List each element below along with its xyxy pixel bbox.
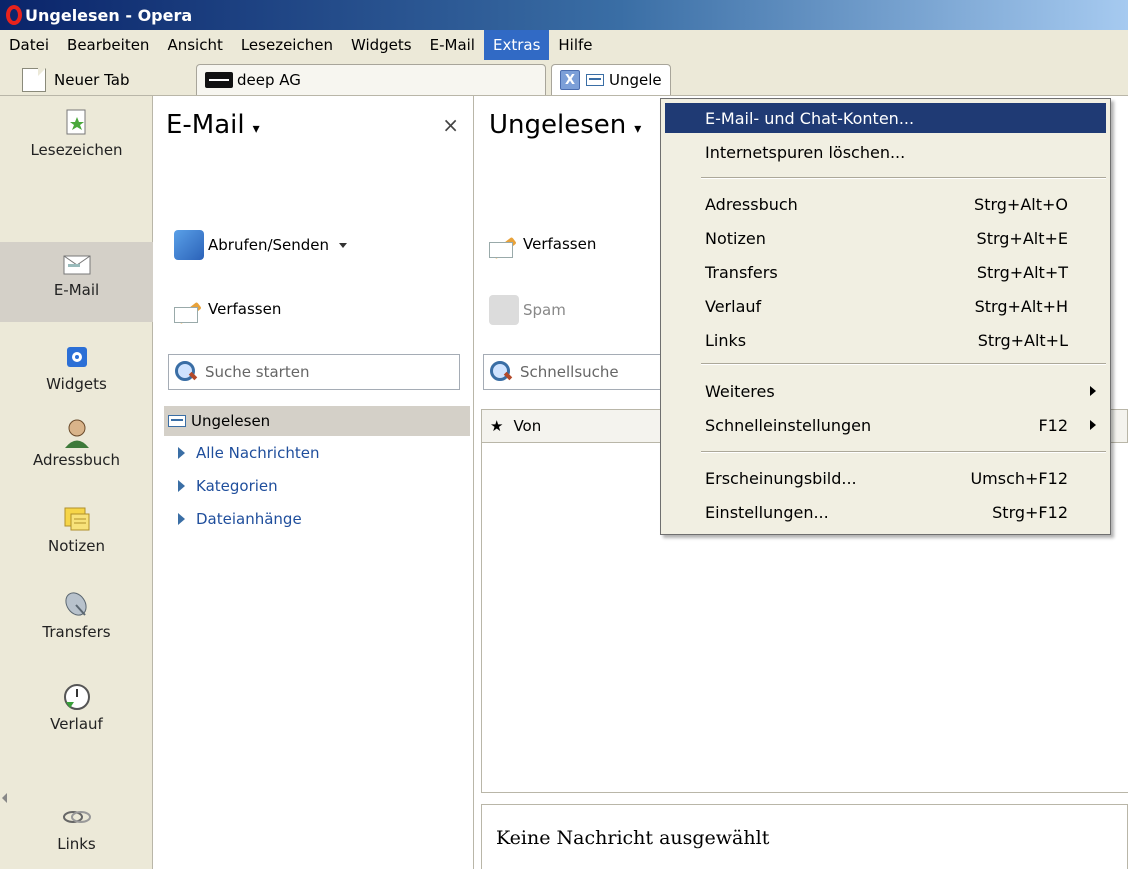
tab-bar: Neuer Tab deep AG X Ungele: [0, 60, 1128, 96]
menu-separator: [701, 363, 1106, 365]
history-clock-icon: [62, 682, 92, 712]
no-message-text: Keine Nachricht ausgewählt: [496, 827, 770, 849]
menu-item-delete-traces[interactable]: Internetspuren löschen...: [665, 137, 1106, 167]
expand-arrow-icon[interactable]: [178, 446, 185, 459]
main-view-title: Ungelesen ▾: [489, 110, 642, 140]
panel-item-adressbuch[interactable]: Adressbuch: [0, 418, 153, 488]
search-icon: [175, 361, 197, 383]
compose-pencil-icon: [489, 230, 519, 258]
search-placeholder: Suche starten: [205, 363, 310, 381]
panel-selector: Lesezeichen E-Mail Widgets Adressbuch No…: [0, 96, 153, 869]
fetch-send-button[interactable]: Abrufen/Senden: [174, 230, 348, 260]
panel-item-label: Adressbuch: [33, 451, 120, 469]
spam-icon: [489, 295, 519, 325]
tree-item-alle-nachrichten[interactable]: Alle Nachrichten: [164, 436, 470, 469]
compose-pencil-icon: [174, 295, 204, 323]
menu-lesezeichen[interactable]: Lesezeichen: [232, 30, 342, 60]
transfers-dish-icon: [62, 590, 92, 620]
column-from[interactable]: Von: [513, 417, 541, 435]
menu-ansicht[interactable]: Ansicht: [158, 30, 231, 60]
expand-arrow-icon[interactable]: [178, 512, 185, 525]
email-panel-title[interactable]: E-Mail ▾: [166, 110, 260, 140]
tab-ungelesen[interactable]: X Ungele: [551, 64, 671, 95]
new-tab-icon: [22, 67, 46, 92]
panel-item-transfers[interactable]: Transfers: [0, 590, 153, 662]
menu-item-links[interactable]: Links Strg+Alt+L: [665, 325, 1106, 355]
search-input[interactable]: Suche starten: [168, 354, 460, 390]
search-icon: [490, 361, 512, 383]
tab-deep-ag-label: deep AG: [237, 71, 301, 89]
panel-item-notizen[interactable]: Notizen: [0, 504, 153, 576]
menu-item-more[interactable]: Weiteres: [665, 376, 1106, 406]
new-tab-button[interactable]: Neuer Tab: [22, 64, 130, 95]
window-titlebar: Ungelesen - Opera: [0, 0, 1128, 30]
panel-item-links[interactable]: Links: [0, 802, 153, 864]
mail-folder-tree: Ungelesen Alle Nachrichten Kategorien Da…: [164, 406, 470, 535]
panel-item-email[interactable]: E-Mail: [0, 242, 153, 322]
window-title: Ungelesen - Opera: [25, 5, 193, 25]
menu-widgets[interactable]: Widgets: [342, 30, 421, 60]
fetch-send-label: Abrufen/Senden: [208, 236, 330, 254]
menu-item-history[interactable]: Verlauf Strg+Alt+H: [665, 291, 1106, 321]
extras-dropdown-menu: E-Mail- und Chat-Konten... Internetspure…: [660, 98, 1111, 535]
menu-item-notes[interactable]: Notizen Strg+Alt+E: [665, 223, 1106, 253]
chevron-down-icon: [339, 242, 348, 248]
submenu-arrow-icon: [1090, 386, 1096, 396]
mail-tab-icon: [586, 74, 604, 86]
expand-arrow-icon[interactable]: [178, 479, 185, 492]
menu-item-quick-preferences[interactable]: Schnelleinstellungen F12: [665, 410, 1106, 440]
submenu-arrow-icon: [1090, 420, 1096, 430]
menu-datei[interactable]: Datei: [0, 30, 58, 60]
menu-item-mail-chat-accounts[interactable]: E-Mail- und Chat-Konten...: [665, 103, 1106, 133]
contact-person-icon: [62, 418, 92, 448]
panel-item-widgets[interactable]: Widgets: [0, 342, 153, 402]
tab-close-icon[interactable]: X: [560, 70, 580, 90]
panel-item-label: E-Mail: [53, 281, 100, 299]
menu-separator: [701, 177, 1106, 179]
panel-item-label: Links: [57, 835, 96, 853]
panel-close-icon[interactable]: ×: [442, 113, 459, 137]
star-column-icon[interactable]: ★: [490, 417, 503, 435]
deep-ag-favicon-icon: [205, 72, 233, 88]
menu-item-preferences[interactable]: Einstellungen... Strg+F12: [665, 497, 1106, 527]
panel-item-label: Widgets: [46, 375, 107, 393]
links-chain-icon: [62, 802, 92, 832]
fetch-send-icon: [174, 230, 204, 260]
tab-deep-ag[interactable]: deep AG: [196, 64, 546, 95]
new-tab-label: Neuer Tab: [54, 70, 130, 89]
quicksearch-input[interactable]: Schnellsuche: [483, 354, 661, 390]
notes-icon: [62, 504, 92, 534]
menu-extras[interactable]: Extras: [483, 30, 550, 60]
bookmark-icon: [62, 108, 92, 138]
mail-folder-icon: [168, 415, 186, 427]
tree-item-dateianhaenge[interactable]: Dateianhänge: [164, 502, 470, 535]
opera-logo-icon: [6, 5, 22, 25]
widgets-icon: [62, 342, 92, 372]
menu-item-addressbook[interactable]: Adressbuch Strg+Alt+O: [665, 189, 1106, 219]
panel-item-label: Transfers: [42, 623, 111, 641]
message-preview-pane: Keine Nachricht ausgewählt: [481, 804, 1128, 869]
panel-item-label: Lesezeichen: [30, 141, 123, 159]
tree-item-kategorien[interactable]: Kategorien: [164, 469, 470, 502]
menu-bearbeiten[interactable]: Bearbeiten: [58, 30, 158, 60]
mail-icon: [62, 248, 92, 278]
panel-item-lesezeichen[interactable]: Lesezeichen: [0, 108, 153, 176]
menu-item-transfers[interactable]: Transfers Strg+Alt+T: [665, 257, 1106, 287]
panel-item-verlauf[interactable]: Verlauf: [0, 682, 153, 752]
tab-ungelesen-label: Ungele: [609, 71, 662, 89]
menu-email[interactable]: E-Mail: [421, 30, 484, 60]
compose-label: Verfassen: [208, 300, 282, 318]
spam-button[interactable]: Spam: [489, 295, 566, 325]
panel-item-label: Verlauf: [50, 715, 103, 733]
tree-item-ungelesen[interactable]: Ungelesen: [164, 406, 470, 436]
menu-hilfe[interactable]: Hilfe: [549, 30, 601, 60]
panel-collapse-arrow-icon[interactable]: [2, 793, 7, 803]
menu-item-appearance[interactable]: Erscheinungsbild... Umsch+F12: [665, 463, 1106, 493]
menu-separator: [701, 451, 1106, 453]
compose-button[interactable]: Verfassen: [174, 295, 281, 323]
menubar: Datei Bearbeiten Ansicht Lesezeichen Wid…: [0, 30, 1128, 60]
panel-item-label: Notizen: [47, 537, 106, 555]
email-panel: E-Mail ▾ × Abrufen/Senden Verfassen Suche…: [154, 96, 474, 869]
main-compose-button[interactable]: Verfassen: [489, 230, 596, 258]
